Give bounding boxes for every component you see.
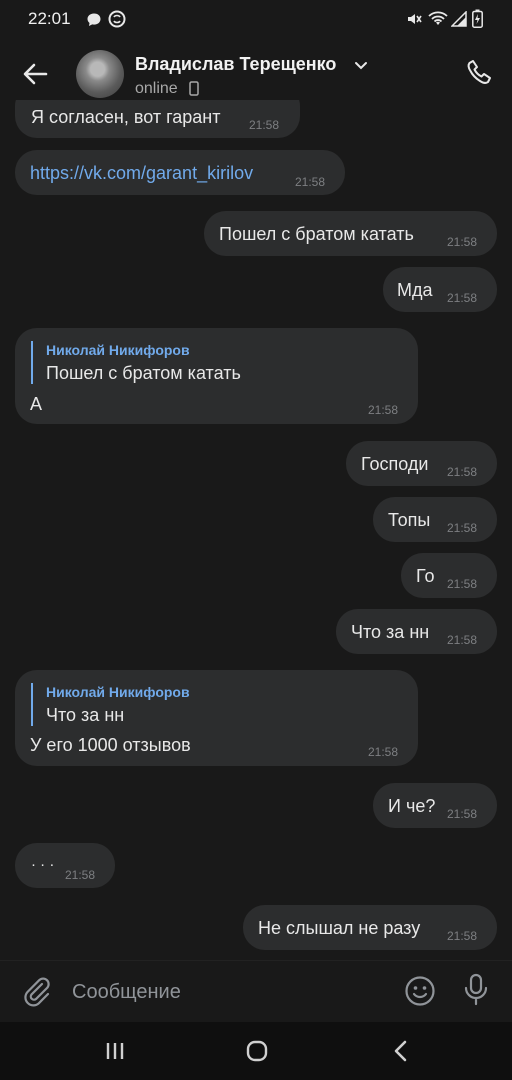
incoming-message[interactable]: Я согласен, вот гарант 21:58 [15,100,300,138]
outgoing-message[interactable]: Что за нн 21:58 [336,609,497,654]
outgoing-message[interactable]: Мда 21:58 [383,267,497,312]
message-time: 21:58 [447,929,478,943]
outgoing-message[interactable]: Господи 21:58 [346,441,497,486]
message-text: Не слышал не разу [258,918,421,938]
reply-quote-bar [31,683,33,726]
message-text: · · · [31,856,55,873]
message-list[interactable]: Я согласен, вот гарант 21:58 https://vk.… [0,100,512,960]
message-time: 21:58 [447,465,478,479]
signal-icon [451,11,467,27]
message-time: 21:58 [368,403,399,417]
contact-name[interactable]: Владислав Терещенко [135,54,336,75]
chat-header: Владислав Терещенко online [0,40,512,108]
message-text: Что за нн [351,622,430,642]
outgoing-message[interactable]: Не слышал не разу 21:58 [243,905,497,950]
message-text: Пошел с братом катать [219,224,414,244]
incoming-message[interactable]: · · · 21:58 [15,843,115,888]
presence-status: online [135,80,178,97]
status-time: 22:01 [28,9,71,28]
microphone-icon[interactable] [462,973,490,1007]
composer [0,960,512,1023]
recents-icon[interactable] [104,1040,126,1062]
outgoing-message[interactable]: Топы 21:58 [373,497,497,542]
wifi-icon [428,11,448,25]
message-time: 21:58 [447,291,478,305]
incoming-reply-message[interactable]: Николай Никифоров Пошел с братом катать … [15,328,418,424]
reply-quote-bar [31,341,33,384]
message-text: Топы [388,510,431,530]
message-text: И че? [388,796,436,816]
mobile-icon [189,81,199,96]
nav-back-icon[interactable] [390,1039,412,1063]
message-time: 21:58 [447,807,478,821]
link-text[interactable]: https://vk.com/garant_kirilov [30,163,253,184]
battery-icon [472,9,483,28]
mute-icon [408,14,422,24]
message-input[interactable] [60,973,414,1011]
back-arrow-icon[interactable] [22,61,48,87]
message-time: 21:58 [447,235,478,249]
message-text: Го [416,566,435,586]
message-text: Господи [361,454,429,474]
reply-author: Николай Никифоров [46,684,190,700]
reply-text: Пошел с братом катать [46,363,241,383]
message-time: 21:58 [447,521,478,535]
message-time: 21:58 [447,577,478,591]
reply-author: Николай Никифоров [46,342,190,358]
message-time: 21:58 [368,745,399,759]
app-icon [108,10,126,28]
avatar[interactable] [76,50,124,98]
message-time: 21:58 [447,633,478,647]
message-time: 21:58 [65,868,96,882]
chevron-down-icon[interactable] [354,60,368,72]
outgoing-message[interactable]: И че? 21:58 [373,783,497,828]
message-icon [87,13,101,26]
outgoing-message[interactable]: Пошел с братом катать 21:58 [204,211,497,256]
message-text: Мда [397,280,433,300]
reply-text: Что за нн [46,705,125,725]
attach-icon[interactable] [20,975,52,1007]
emoji-icon[interactable] [404,975,436,1007]
message-text: А [30,394,43,414]
message-text: У его 1000 отзывов [30,735,191,755]
system-nav-bar [0,1022,512,1080]
status-bar: 22:01 [0,0,512,40]
phone-icon[interactable] [464,58,494,88]
incoming-message[interactable]: https://vk.com/garant_kirilov 21:58 [15,150,345,195]
message-time: 21:58 [295,175,326,189]
home-icon[interactable] [245,1039,269,1063]
message-text: Я согласен, вот гарант [31,107,221,127]
message-time: 21:58 [249,118,280,132]
outgoing-message[interactable]: Го 21:58 [401,553,497,598]
incoming-reply-message[interactable]: Николай Никифоров Что за нн У его 1000 о… [15,670,418,766]
